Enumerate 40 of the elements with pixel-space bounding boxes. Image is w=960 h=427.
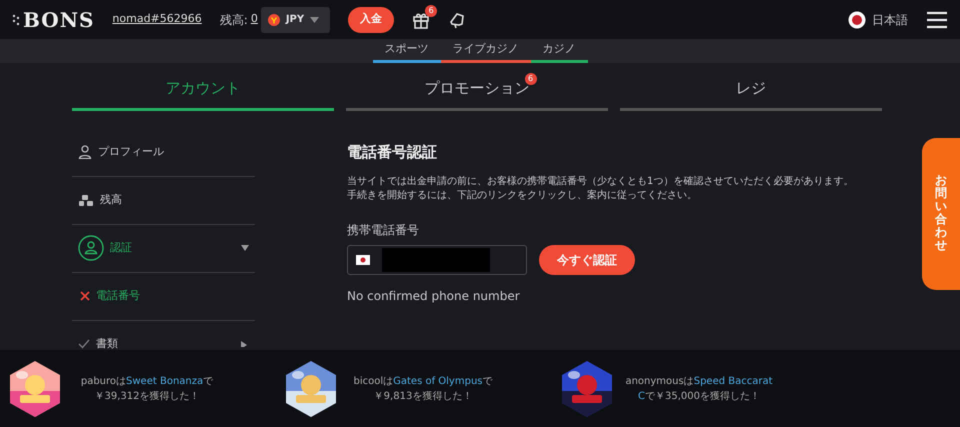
language-label[interactable]: 日本語 bbox=[872, 10, 908, 29]
section-title: 電話番号認証 bbox=[347, 142, 438, 163]
bell-icon[interactable] bbox=[448, 10, 466, 29]
username-link[interactable]: nomad#562966 bbox=[112, 11, 202, 28]
balance-label: 残高: bbox=[220, 12, 248, 29]
nav-link[interactable]: スポーツ bbox=[372, 38, 440, 64]
sidebar-subitem[interactable]: 電話番号 bbox=[72, 272, 255, 321]
tab[interactable]: レジ bbox=[620, 71, 882, 111]
win-message: bicoolはGates of Olympusで￥9,813を獲得した！ bbox=[352, 374, 494, 404]
nav-link[interactable]: ライブカジノ bbox=[440, 38, 530, 64]
win-message: anonymousはSpeed Baccarat Cで￥35,000を獲得した！ bbox=[624, 374, 774, 404]
caret-icon bbox=[310, 16, 320, 23]
sidebar-item[interactable]: 残高 bbox=[72, 176, 255, 225]
flag-icon[interactable] bbox=[848, 10, 866, 29]
notification-badge: 6 bbox=[425, 4, 438, 17]
deposit-button[interactable]: 入金 bbox=[348, 6, 394, 33]
balance-value[interactable]: 0 bbox=[250, 11, 258, 28]
logo-text[interactable]: BONS bbox=[23, 4, 94, 35]
sidebar-item[interactable]: プロフィール bbox=[72, 128, 255, 177]
description-text: 手続きを開始するには、下記のリンクをクリックし、案内に従ってください。 bbox=[347, 189, 698, 204]
sidebar-item[interactable]: 認証 bbox=[72, 224, 255, 273]
check-icon bbox=[78, 339, 90, 350]
description-text: 当サイトでは出金申請の前に、お客様の携帯電話番号（少なくとも1つ）を確認させていただく必要があります。 bbox=[347, 175, 854, 190]
currency-select[interactable]: JPY bbox=[260, 6, 330, 33]
field-label: 携帯電話番号 bbox=[347, 222, 420, 240]
menu-icon[interactable] bbox=[926, 10, 948, 29]
flag-icon bbox=[356, 255, 370, 266]
nav-link[interactable]: カジノ bbox=[530, 38, 588, 64]
coins-icon bbox=[78, 193, 94, 208]
tab[interactable]: アカウント bbox=[72, 71, 334, 111]
coin-icon bbox=[268, 14, 280, 26]
user-verified-icon bbox=[78, 235, 104, 262]
gift-icon[interactable] bbox=[412, 10, 430, 29]
notification-badge: 6 bbox=[524, 73, 536, 86]
phone-field[interactable] bbox=[347, 245, 527, 276]
person-icon bbox=[78, 145, 92, 160]
dots-icon bbox=[12, 12, 20, 27]
verify-button[interactable]: 今すぐ認証 bbox=[539, 245, 635, 276]
win-message: paburoはSweet Bonanzaで￥39,312を獲得した！ bbox=[80, 374, 214, 404]
status-text: No confirmed phone number bbox=[347, 288, 521, 306]
